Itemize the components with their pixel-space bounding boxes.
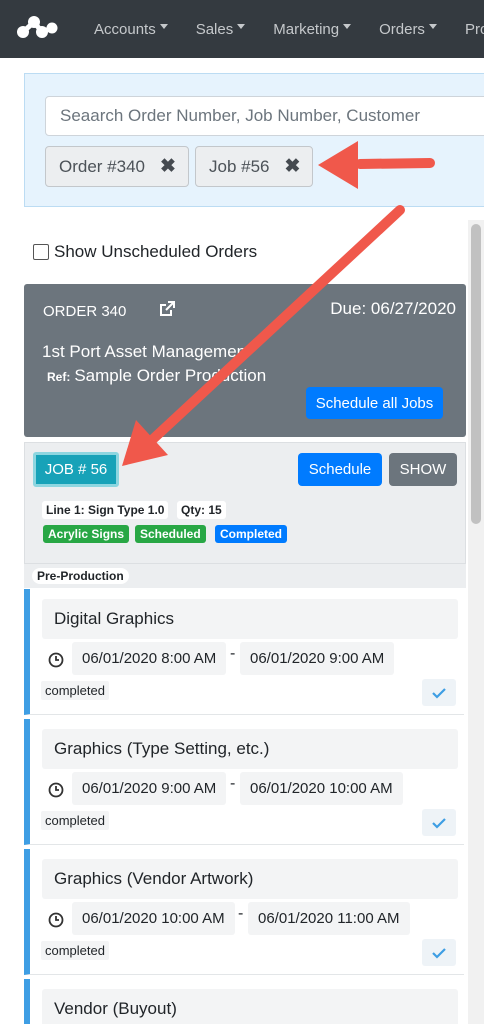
search-panel: Order #340 ✖ Job #56 ✖ [24,73,484,207]
caret-down-icon [237,23,246,29]
task-start-time[interactable]: 06/01/2020 8:00 AM [72,642,227,675]
section-label: Pre-Production [32,568,129,584]
job-number-button[interactable]: JOB # 56 [33,452,119,487]
task-start-time[interactable]: 06/01/2020 9:00 AM [72,772,227,805]
order-card: ORDER 340 Due: 06/27/2020 1st Port Asset… [24,284,466,437]
caret-down-icon [159,23,168,29]
time-separator: - [238,905,244,922]
order-title: ORDER 340 [43,303,127,320]
check-icon [432,687,446,699]
job-qty-label: Qty: 15 [177,501,226,519]
filter-chip-job[interactable]: Job #56 ✖ [195,146,314,187]
task-complete-button[interactable] [422,679,456,706]
scrollbar[interactable] [468,220,484,1024]
job-card: JOB # 56 Schedule SHOW Line 1: Sign Type… [24,442,466,564]
task-card: Digital Graphics 06/01/2020 8:00 AM - 06… [24,589,464,715]
close-icon[interactable]: ✖ [160,155,176,178]
schedule-all-jobs-button[interactable]: Schedule all Jobs [306,387,443,419]
scrollbar-thumb[interactable] [471,224,481,524]
time-separator: - [230,775,236,792]
caret-down-icon [343,23,352,29]
task-card: Vendor (Buyout) [24,979,464,1024]
nav-sales[interactable]: Sales [196,21,246,38]
tag-acrylic-signs: Acrylic Signs [43,525,130,543]
ref-value: Sample Order Production [74,366,267,385]
task-end-time[interactable]: 06/01/2020 10:00 AM [240,772,403,805]
task-title: Graphics (Vendor Artwork) [42,859,458,899]
tag-completed: Completed [215,525,288,543]
task-status: completed [41,941,109,960]
ref-label: Ref: [47,370,71,384]
close-icon[interactable]: ✖ [285,155,301,178]
task-status: completed [41,681,109,700]
clock-icon [48,912,64,928]
show-button[interactable]: SHOW [389,453,457,486]
chip-label: Order #340 [59,156,145,176]
task-status: completed [41,811,109,830]
external-link-icon[interactable] [159,301,175,317]
task-title: Digital Graphics [42,599,458,639]
job-line-label: Line 1: Sign Type 1.0 [42,501,169,519]
order-reference: Ref: Sample Order Production [47,366,266,386]
task-end-time[interactable]: 06/01/2020 9:00 AM [240,642,395,675]
order-customer: 1st Port Asset Managemen [42,342,247,361]
caret-down-icon [428,23,437,29]
section-header: Pre-Production [24,564,466,588]
tag-scheduled: Scheduled [135,525,206,543]
show-unscheduled-label: Show Unscheduled Orders [54,242,258,261]
task-title: Vendor (Buyout) [42,989,458,1024]
search-input[interactable] [45,96,484,136]
nav-marketing[interactable]: Marketing [273,21,352,38]
task-card: Graphics (Type Setting, etc.) 06/01/2020… [24,719,464,845]
task-title: Graphics (Type Setting, etc.) [42,729,458,769]
time-separator: - [230,645,236,662]
nav-accounts[interactable]: Accounts [94,21,168,38]
task-card: Graphics (Vendor Artwork) 06/01/2020 10:… [24,849,464,975]
task-start-time[interactable]: 06/01/2020 10:00 AM [72,902,235,935]
filter-chip-order[interactable]: Order #340 ✖ [45,146,189,187]
clock-icon [48,652,64,668]
task-complete-button[interactable] [422,939,456,966]
check-icon [432,947,446,959]
show-unscheduled-checkbox[interactable] [33,244,49,260]
app-logo-icon[interactable] [16,14,58,40]
order-due-date: Due: 06/27/2020 [330,299,456,318]
top-navbar: Accounts Sales Marketing Orders Pro [0,0,484,58]
nav-orders[interactable]: Orders [379,21,437,38]
nav-production[interactable]: Pro [465,21,484,38]
chip-label: Job #56 [209,156,270,176]
show-unscheduled-toggle[interactable]: Show Unscheduled Orders [33,242,257,262]
check-icon [432,817,446,829]
schedule-button[interactable]: Schedule [298,453,382,486]
task-end-time[interactable]: 06/01/2020 11:00 AM [248,902,410,935]
clock-icon [48,782,64,798]
task-complete-button[interactable] [422,809,456,836]
